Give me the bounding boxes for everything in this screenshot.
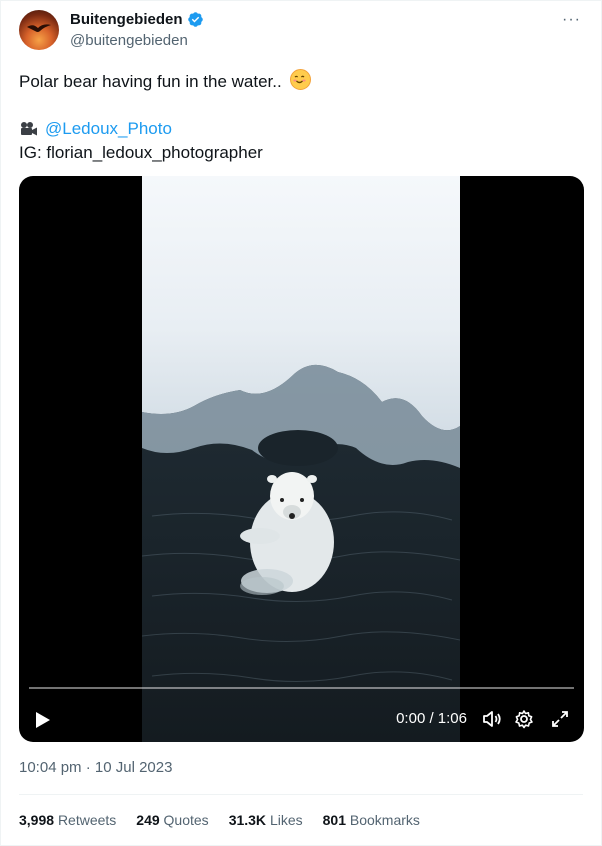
more-options-button[interactable]: ···: [562, 11, 581, 29]
video-controls: 0:00 / 1:06: [19, 701, 584, 731]
retweets-label: Retweets: [57, 812, 117, 828]
volume-icon[interactable]: [482, 709, 504, 729]
author-display-name[interactable]: Buitengebieden: [70, 11, 183, 28]
retweets-stat[interactable]: 3,998 Retweets: [19, 812, 116, 828]
retweets-count: 3,998: [19, 812, 55, 828]
video-frame[interactable]: [142, 176, 460, 742]
polar-bear-video-still: [142, 176, 460, 742]
likes-label: Likes: [269, 812, 303, 828]
verified-badge-icon: [187, 12, 203, 27]
mention-link[interactable]: @Ledoux_Photo: [45, 118, 172, 140]
avatar[interactable]: [19, 10, 59, 50]
video-time-display: 0:00 / 1:06: [396, 710, 467, 727]
quotes-label: Quotes: [163, 812, 209, 828]
bird-silhouette-icon: [27, 24, 51, 32]
fullscreen-icon[interactable]: [550, 709, 570, 729]
tweet-text: Polar bear having fun in the water..: [19, 72, 282, 91]
tweet-timestamp[interactable]: 10:04 pm · 10 Jul 2023: [19, 759, 172, 776]
video-player[interactable]: 0:00 / 1:06: [19, 176, 584, 742]
bookmarks-stat[interactable]: 801 Bookmarks: [323, 812, 420, 828]
play-icon[interactable]: [35, 711, 51, 729]
credit-line: @Ledoux_Photo: [19, 118, 172, 140]
video-progress-bar[interactable]: [29, 687, 574, 689]
instagram-credit: IG: florian_ledoux_photographer: [19, 143, 263, 162]
gear-icon[interactable]: [514, 709, 534, 729]
quotes-count: 249: [136, 812, 160, 828]
movie-camera-icon: [21, 122, 37, 136]
author-handle[interactable]: @buitengebieden: [70, 32, 188, 49]
likes-stat[interactable]: 31.3K Likes: [229, 812, 303, 828]
tweet-card: Buitengebieden @buitengebieden ··· Polar…: [0, 0, 602, 846]
quotes-stat[interactable]: 249 Quotes: [136, 812, 208, 828]
author-name-row[interactable]: Buitengebieden: [70, 11, 204, 28]
bookmarks-count: 801: [322, 812, 346, 828]
likes-count: 31.3K: [228, 812, 267, 828]
tweet-text-line: Polar bear having fun in the water..: [19, 69, 312, 93]
engagement-stats: 3,998 Retweets 249 Quotes 31.3K Likes 80…: [19, 812, 420, 828]
bookmarks-label: Bookmarks: [349, 812, 420, 828]
smiling-face-emoji-icon: [290, 69, 312, 90]
divider: [19, 794, 583, 795]
